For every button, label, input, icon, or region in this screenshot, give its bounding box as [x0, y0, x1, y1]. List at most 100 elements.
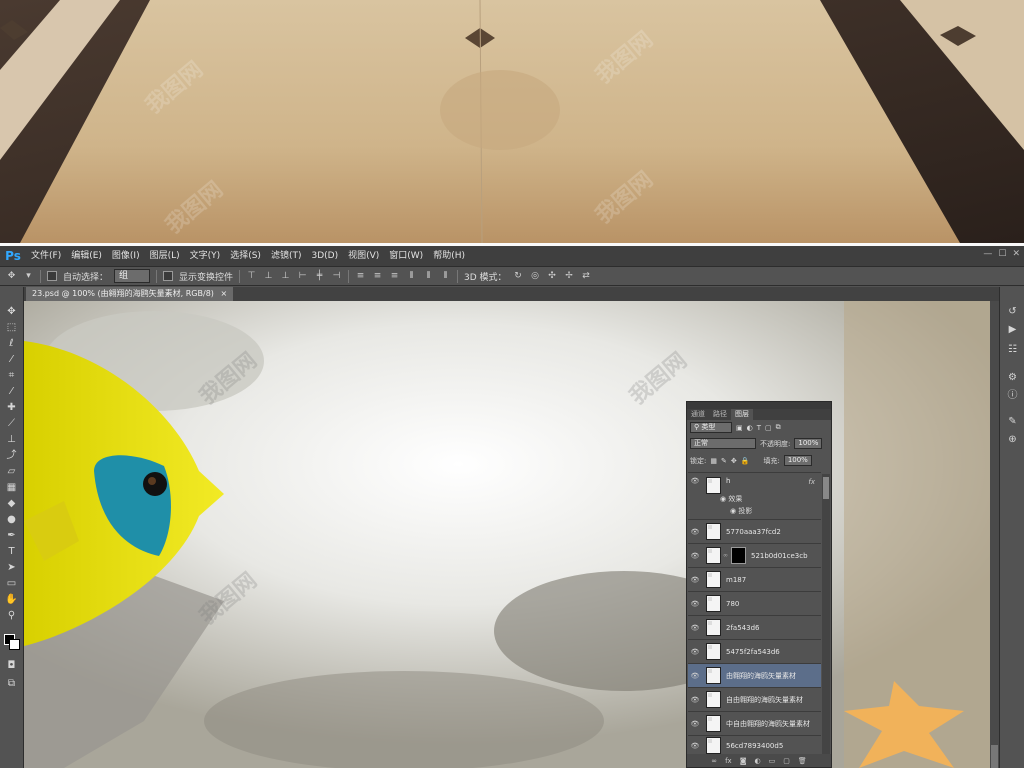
- adjustments-panel-icon[interactable]: ⚙: [1006, 371, 1019, 384]
- visibility-eye-icon[interactable]: 👁: [688, 648, 702, 656]
- layer-row[interactable]: 👁 2fa543d6: [688, 615, 821, 639]
- layer-row[interactable]: 👁 自由翱翔的海鸥矢量素材: [688, 687, 821, 711]
- tab-layers[interactable]: 图层: [731, 409, 753, 420]
- fill-input[interactable]: 100%: [783, 455, 812, 466]
- auto-select-checkbox[interactable]: [47, 271, 57, 281]
- chain-link-icon[interactable]: ∞: [723, 552, 728, 559]
- layer-row[interactable]: 👁 5770aaa37fcd2: [688, 519, 821, 543]
- visibility-eye-icon[interactable]: 👁: [688, 477, 702, 485]
- layer-row[interactable]: 👁 h fx ◉ 效果 ◉ 投影: [688, 472, 821, 518]
- minimize-icon[interactable]: —: [983, 249, 992, 259]
- align-top-icon[interactable]: ⊤: [246, 271, 257, 281]
- visibility-eye-icon[interactable]: 👁: [688, 624, 702, 632]
- clone-stamp-tool-icon[interactable]: ⊥: [5, 433, 18, 446]
- opacity-input[interactable]: 100%: [794, 438, 823, 449]
- distribute-left-icon[interactable]: ⫴: [406, 271, 417, 281]
- 3d-rotate-icon[interactable]: ↻: [513, 271, 524, 281]
- lock-transparent-icon[interactable]: ▦: [710, 457, 717, 465]
- visibility-eye-icon[interactable]: 👁: [688, 552, 702, 560]
- clone-source-panel-icon[interactable]: ⊕: [1006, 433, 1019, 446]
- canvas-scroll-thumb[interactable]: [991, 745, 998, 768]
- move-tool-icon[interactable]: ✥: [5, 305, 18, 318]
- link-layers-icon[interactable]: ∞: [711, 757, 717, 765]
- distribute-hcenter-icon[interactable]: ⫴: [423, 271, 434, 281]
- brush-tool-icon[interactable]: ⟋: [5, 417, 18, 430]
- path-select-tool-icon[interactable]: ➤: [5, 561, 18, 574]
- properties-panel-icon[interactable]: ☷: [1006, 343, 1019, 356]
- quick-select-tool-icon[interactable]: ⁄: [5, 353, 18, 366]
- 3d-roll-icon[interactable]: ◎: [530, 271, 541, 281]
- layers-scrollbar[interactable]: [822, 474, 830, 754]
- visibility-eye-icon[interactable]: 👁: [688, 742, 702, 750]
- layer-row[interactable]: 👁 m187: [688, 567, 821, 591]
- type-tool-icon[interactable]: T: [5, 545, 18, 558]
- adjustment-layer-icon[interactable]: ◐: [755, 757, 761, 765]
- add-mask-icon[interactable]: ◙: [740, 757, 747, 765]
- layer-row-selected[interactable]: 👁 由翱翔的海鸥矢量素材: [688, 663, 821, 687]
- history-brush-tool-icon[interactable]: ⤴: [5, 449, 18, 462]
- brush-panel-icon[interactable]: ✎: [1006, 415, 1019, 428]
- show-transform-checkbox[interactable]: [163, 271, 174, 281]
- menu-type[interactable]: 文字(Y): [185, 246, 226, 266]
- filter-kind-dropdown[interactable]: ⚲ 类型: [690, 422, 732, 433]
- healing-brush-tool-icon[interactable]: ✚: [5, 401, 18, 414]
- background-color-swatch[interactable]: [9, 639, 20, 650]
- trash-icon[interactable]: 🗑: [798, 757, 807, 765]
- layer-row[interactable]: 👁 中自由翱翔的海鸥矢量素材: [688, 711, 821, 735]
- lock-position-icon[interactable]: ✥: [731, 457, 737, 465]
- filter-shape-icon[interactable]: ▢: [765, 424, 772, 432]
- hand-tool-icon[interactable]: ✋: [5, 593, 18, 606]
- shape-tool-icon[interactable]: ▭: [5, 577, 18, 590]
- distribute-vcenter-icon[interactable]: ≡: [372, 271, 383, 281]
- crop-tool-icon[interactable]: ⌗: [5, 369, 18, 382]
- layer-row[interactable]: 👁 56cd7893400d5: [688, 735, 821, 755]
- menu-select[interactable]: 选择(S): [225, 246, 266, 266]
- menu-image[interactable]: 图像(I): [107, 246, 145, 266]
- gradient-tool-icon[interactable]: ▦: [5, 481, 18, 494]
- menu-window[interactable]: 窗口(W): [384, 246, 428, 266]
- new-layer-icon[interactable]: ▢: [783, 757, 790, 765]
- menu-help[interactable]: 帮助(H): [428, 246, 470, 266]
- filter-smart-icon[interactable]: ⧉: [776, 423, 781, 432]
- document-canvas[interactable]: 我图网 我图网 我图网: [24, 301, 990, 768]
- document-tab[interactable]: 23.psd @ 100% (由翱翔的海鸥矢量素材, RGB/8) ×: [26, 287, 234, 301]
- menu-filter[interactable]: 滤镜(T): [266, 246, 307, 266]
- filter-pixel-icon[interactable]: ▣: [736, 424, 743, 432]
- 3d-pan-icon[interactable]: ✣: [547, 271, 558, 281]
- align-vcenter-icon[interactable]: ⊥: [263, 271, 274, 281]
- menu-file[interactable]: 文件(F): [26, 246, 66, 266]
- layer-row[interactable]: 👁 780: [688, 591, 821, 615]
- layers-scroll-thumb[interactable]: [823, 477, 829, 499]
- 3d-slide-icon[interactable]: ✢: [564, 271, 575, 281]
- actions-panel-icon[interactable]: ▶: [1006, 323, 1019, 336]
- visibility-eye-icon[interactable]: 👁: [688, 696, 702, 704]
- menu-layer[interactable]: 图层(L): [145, 246, 185, 266]
- align-left-icon[interactable]: ⊢: [297, 271, 308, 281]
- distribute-right-icon[interactable]: ⫴: [440, 271, 451, 281]
- distribute-bottom-icon[interactable]: ≡: [389, 271, 400, 281]
- menu-view[interactable]: 视图(V): [343, 246, 384, 266]
- move-tool-icon[interactable]: ✥: [6, 271, 17, 281]
- menu-edit[interactable]: 编辑(E): [66, 246, 107, 266]
- visibility-eye-icon[interactable]: 👁: [688, 600, 702, 608]
- align-bottom-icon[interactable]: ⊥: [280, 271, 291, 281]
- filter-type-icon[interactable]: T: [757, 424, 761, 432]
- canvas-vertical-scrollbar[interactable]: [990, 301, 999, 768]
- dodge-tool-icon[interactable]: ●: [5, 513, 18, 526]
- lasso-tool-icon[interactable]: ℓ: [5, 337, 18, 350]
- eyedropper-tool-icon[interactable]: ⁄: [5, 385, 18, 398]
- menu-3d[interactable]: 3D(D): [306, 246, 343, 266]
- lock-pixels-icon[interactable]: ✎: [721, 457, 727, 465]
- tab-paths[interactable]: 路径: [709, 409, 731, 420]
- blend-mode-dropdown[interactable]: 正常: [690, 438, 756, 449]
- layer-row[interactable]: 👁 ∞ 521b0d01ce3cb: [688, 543, 821, 567]
- visibility-eye-icon[interactable]: 👁: [688, 576, 702, 584]
- zoom-tool-icon[interactable]: ⚲: [5, 609, 18, 622]
- filter-adjust-icon[interactable]: ◐: [747, 424, 753, 432]
- 3d-scale-icon[interactable]: ⇄: [581, 271, 592, 281]
- marquee-tool-icon[interactable]: ⬚: [5, 321, 18, 334]
- visibility-eye-icon[interactable]: 👁: [688, 672, 702, 680]
- tab-channels[interactable]: 通道: [687, 409, 709, 420]
- distribute-top-icon[interactable]: ≡: [355, 271, 366, 281]
- layer-row[interactable]: 👁 5475f2fa543d6: [688, 639, 821, 663]
